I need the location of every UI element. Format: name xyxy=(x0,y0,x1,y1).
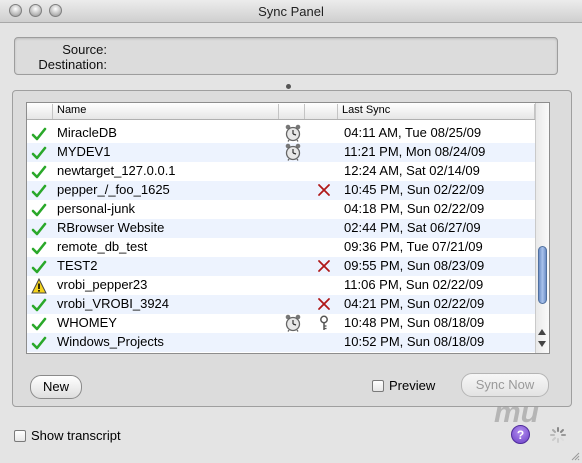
last-sync-time: 10:48 PM, Sun 08/18/09 xyxy=(344,315,485,330)
vertical-scrollbar[interactable] xyxy=(535,103,549,353)
table-row[interactable]: vrobi_VROBI_3924 04:21 PM, Sun 02/22/09 xyxy=(27,295,535,314)
source-label: Source: xyxy=(62,42,107,57)
target-name: newtarget_127.0.0.1 xyxy=(57,163,176,178)
flag-column-header[interactable] xyxy=(305,104,338,119)
status-column-header[interactable] xyxy=(27,104,53,119)
clock-column-header[interactable] xyxy=(279,104,305,119)
table-row[interactable]: vrobi_pepper23 11:06 PM, Sun 02/22/09 xyxy=(27,276,535,295)
target-name: pepper_/_foo_1625 xyxy=(57,182,170,197)
last-sync-time: 09:55 PM, Sun 08/23/09 xyxy=(344,258,485,273)
checkmark-icon xyxy=(31,297,47,313)
checkmark-icon xyxy=(31,126,47,142)
source-destination-box: Source: Destination: xyxy=(14,37,558,75)
split-handle[interactable] xyxy=(286,84,291,89)
target-name: personal-junk xyxy=(57,201,136,216)
checkmark-icon xyxy=(31,221,47,237)
checkmark-icon xyxy=(31,259,47,275)
last-sync-time: 11:21 PM, Mon 08/24/09 xyxy=(344,144,486,159)
target-name: WHOMEY xyxy=(57,315,117,330)
progress-spinner-icon xyxy=(550,427,566,443)
target-name: RBrowser Website xyxy=(57,220,165,235)
last-sync-time: 04:18 PM, Sun 02/22/09 xyxy=(344,201,485,216)
checkmark-icon xyxy=(31,240,47,256)
destination-label: Destination: xyxy=(38,57,107,72)
scroll-down-arrow-icon[interactable] xyxy=(538,341,546,347)
target-name: remote_db_test xyxy=(57,239,148,254)
warning-icon xyxy=(31,277,47,294)
table-row[interactable]: TEST2 09:55 PM, Sun 08/23/09 xyxy=(27,257,535,276)
table-row[interactable]: MiracleDB 04:11 AM, Tue 08/25/09 xyxy=(27,124,535,143)
last-sync-time: 04:11 AM, Tue 08/25/09 xyxy=(344,125,482,140)
target-name: MYDEV1 xyxy=(57,144,111,159)
checkmark-icon xyxy=(31,202,47,218)
table-row[interactable]: WHOMEY 10:48 PM, Sun 08/18/09 xyxy=(27,314,535,333)
title-bar: Sync Panel xyxy=(0,0,582,23)
new-button[interactable]: New xyxy=(30,375,82,399)
last-sync-time: 12:24 AM, Sat 02/14/09 xyxy=(344,163,480,178)
checkmark-icon xyxy=(31,316,47,332)
alarm-clock-icon xyxy=(284,314,302,332)
table-header: Name Last Sync xyxy=(27,103,535,120)
window-title: Sync Panel xyxy=(258,4,324,19)
table-row[interactable]: personal-junk 04:18 PM, Sun 02/22/09 xyxy=(27,200,535,219)
resize-grip-icon[interactable] xyxy=(570,451,580,461)
key-icon xyxy=(317,315,331,331)
sync-target-table: Name Last Sync MiracleDB 04:11 AM, Tue 08… xyxy=(26,102,550,354)
preview-label: Preview xyxy=(389,378,436,393)
checkmark-icon xyxy=(31,145,47,161)
x-mark-icon xyxy=(317,296,331,312)
target-name: MiracleDB xyxy=(57,125,117,140)
checkmark-icon xyxy=(31,164,47,180)
table-row[interactable]: newtarget_127.0.0.1 12:24 AM, Sat 02/14/0… xyxy=(27,162,535,181)
help-button[interactable]: ? xyxy=(511,425,530,444)
name-column-header[interactable]: Name xyxy=(53,104,279,119)
x-mark-icon xyxy=(317,182,331,198)
target-name: vrobi_pepper23 xyxy=(57,277,148,292)
last-sync-time: 04:21 PM, Sun 02/22/09 xyxy=(344,296,485,311)
last-sync-time: 10:52 PM, Sun 08/18/09 xyxy=(344,334,485,349)
preview-checkbox[interactable] xyxy=(372,380,384,392)
scroll-thumb[interactable] xyxy=(538,246,547,304)
x-mark-icon xyxy=(317,258,331,274)
table-row[interactable]: remote_db_test 09:36 PM, Tue 07/21/09 xyxy=(27,238,535,257)
table-row[interactable]: RBrowser Website 02:44 PM, Sat 06/27/09 xyxy=(27,219,535,238)
sync-now-button[interactable]: Sync Now xyxy=(461,373,549,397)
table-row[interactable]: Windows_Projects 10:52 PM, Sun 08/18/09 xyxy=(27,333,535,352)
scroll-up-arrow-icon[interactable] xyxy=(538,329,546,335)
last-sync-time: 02:44 PM, Sat 06/27/09 xyxy=(344,220,481,235)
checkmark-icon xyxy=(31,335,47,351)
target-name: TEST2 xyxy=(57,258,98,273)
table-rows: MiracleDB 04:11 AM, Tue 08/25/09 MYDEV1 11:… xyxy=(27,124,535,352)
last-sync-time: 11:06 PM, Sun 02/22/09 xyxy=(344,277,484,292)
alarm-clock-icon xyxy=(284,124,302,142)
last-sync-time: 09:36 PM, Tue 07/21/09 xyxy=(344,239,483,254)
show-transcript-checkbox[interactable] xyxy=(14,430,26,442)
alarm-clock-icon xyxy=(284,143,302,161)
show-transcript-label: Show transcript xyxy=(31,428,121,443)
checkmark-icon xyxy=(31,183,47,199)
target-name: vrobi_VROBI_3924 xyxy=(57,296,170,311)
table-row[interactable]: MYDEV1 11:21 PM, Mon 08/24/09 xyxy=(27,143,535,162)
last-sync-time: 10:45 PM, Sun 02/22/09 xyxy=(344,182,485,197)
target-name: Windows_Projects xyxy=(57,334,164,349)
last-sync-column-header[interactable]: Last Sync xyxy=(338,104,535,119)
table-row[interactable]: pepper_/_foo_1625 10:45 PM, Sun 02/22/09 xyxy=(27,181,535,200)
